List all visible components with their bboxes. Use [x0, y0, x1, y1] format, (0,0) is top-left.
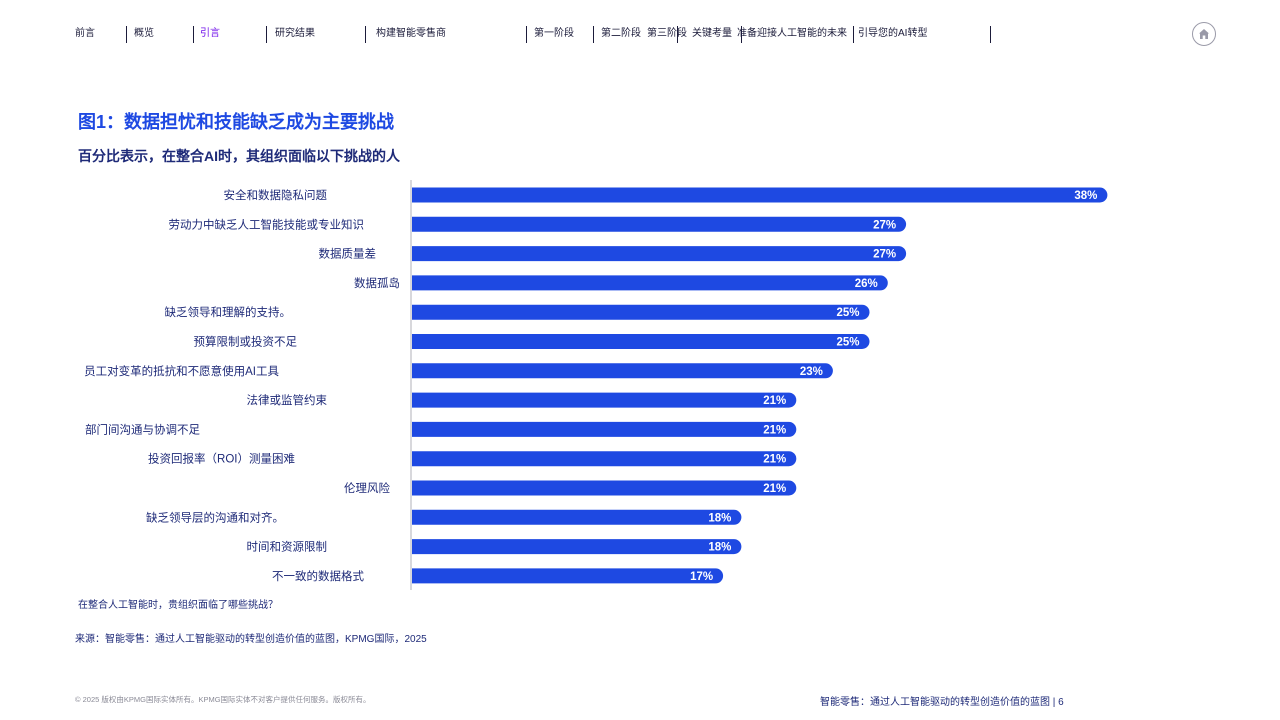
- copyright-footer: © 2025 版权由KPMG国际实体所有。KPMG国际实体不对客户提供任何服务。…: [75, 695, 371, 704]
- nav-item-phase-two[interactable]: 第二阶段: [601, 27, 641, 43]
- category-label: 部门间沟通与协调不足: [85, 422, 200, 436]
- home-icon: [1199, 29, 1209, 39]
- bar: [412, 480, 797, 496]
- nav-item-key-considerations[interactable]: 关键考量: [692, 27, 732, 43]
- nav-separator: [365, 26, 366, 43]
- bar-value-label: 27%: [873, 249, 896, 261]
- source-note: 来源：智能零售：通过人工智能驱动的转型创造价值的蓝图，KPMG国际，2025: [75, 634, 427, 645]
- bar: [412, 363, 833, 379]
- nav-item-phase-one[interactable]: 第一阶段: [534, 27, 574, 43]
- bar-value-label: 18%: [708, 512, 731, 524]
- category-label: 员工对变革的抵抗和不愿意使用AI工具: [84, 364, 279, 378]
- nav-separator: [853, 26, 854, 43]
- nav-item-ai-future[interactable]: 准备迎接人工智能的未来: [737, 27, 847, 43]
- bar-value-label: 17%: [690, 571, 713, 583]
- bar-value-label: 21%: [763, 454, 786, 466]
- bar-value-label: 21%: [763, 424, 786, 436]
- category-label: 投资回报率（ROI）测量困难: [148, 452, 295, 466]
- bar: [412, 392, 797, 408]
- bar: [412, 216, 907, 232]
- category-label: 伦理风险: [344, 481, 390, 495]
- nav-item-findings[interactable]: 研究结果: [275, 27, 315, 43]
- category-label: 缺乏领导和理解的支持。: [165, 305, 292, 319]
- bar: [412, 334, 870, 349]
- nav-separator: [526, 26, 527, 43]
- bar: [412, 539, 742, 555]
- bar: [412, 421, 797, 437]
- category-label: 安全和数据隐私问题: [224, 188, 328, 202]
- home-button[interactable]: [1192, 22, 1216, 46]
- category-label: 缺乏领导层的沟通和对齐。: [146, 510, 284, 524]
- category-label: 不一致的数据格式: [272, 569, 364, 583]
- nav-item-introduction[interactable]: 引言: [200, 27, 220, 43]
- bar: [412, 451, 797, 467]
- nav-separator: [990, 26, 991, 43]
- bar: [412, 187, 1108, 203]
- nav-separator: [266, 26, 267, 43]
- nav-separator: [126, 26, 127, 43]
- bar-chart: 38% 安全和数据隐私问题 27% 劳动力中缺乏人工智能技能或专业知识 27% 数据质量差…: [84, 180, 1108, 590]
- bar-value-label: 25%: [836, 337, 859, 349]
- bar-value-label: 21%: [763, 483, 786, 495]
- nav-item-phase-three[interactable]: 第三阶段: [647, 27, 687, 43]
- top-navigation: 前言 概览 引言 研究结果 构建智能零售商 第一阶段 第二阶段 第三阶段 关键考…: [0, 0, 1280, 60]
- nav-separator: [677, 26, 678, 43]
- bar: [412, 568, 724, 584]
- bar: [412, 509, 742, 525]
- category-label: 数据孤岛: [354, 276, 400, 290]
- category-label: 法律或监管约束: [247, 393, 328, 407]
- bar-value-label: 27%: [873, 219, 896, 231]
- bar-value-label: 25%: [836, 307, 859, 319]
- figure-subtitle: 百分比表示，在整合AI时，其组织面临以下挑战的人: [78, 148, 400, 164]
- survey-question: 在整合人工智能时，贵组织面临了哪些挑战？: [78, 600, 278, 611]
- category-label: 劳动力中缺乏人工智能技能或专业知识: [169, 217, 365, 231]
- bar-value-label: 18%: [708, 542, 731, 554]
- nav-item-preface[interactable]: 前言: [75, 27, 95, 43]
- bar-value-label: 38%: [1074, 190, 1097, 202]
- nav-item-build-retailer[interactable]: 构建智能零售商: [376, 27, 446, 43]
- category-label: 时间和资源限制: [247, 540, 328, 554]
- figure-title: 图1：数据担忧和技能缺乏成为主要挑战: [78, 112, 395, 132]
- bar: [412, 275, 888, 291]
- bar-value-label: 23%: [800, 366, 823, 378]
- category-label: 数据质量差: [319, 247, 377, 261]
- nav-item-overview[interactable]: 概览: [134, 27, 154, 43]
- bar-value-label: 21%: [763, 395, 786, 407]
- page-footer-title: 智能零售：通过人工智能驱动的转型创造价值的蓝图 | 6: [820, 697, 1064, 708]
- nav-item-ai-transformation[interactable]: 引导您的AI转型: [858, 27, 927, 43]
- category-label: 预算限制或投资不足: [194, 335, 298, 349]
- bar: [412, 246, 907, 262]
- bar-value-label: 26%: [855, 278, 878, 290]
- bar: [412, 304, 870, 320]
- nav-separator: [193, 26, 194, 43]
- nav-separator: [593, 26, 594, 43]
